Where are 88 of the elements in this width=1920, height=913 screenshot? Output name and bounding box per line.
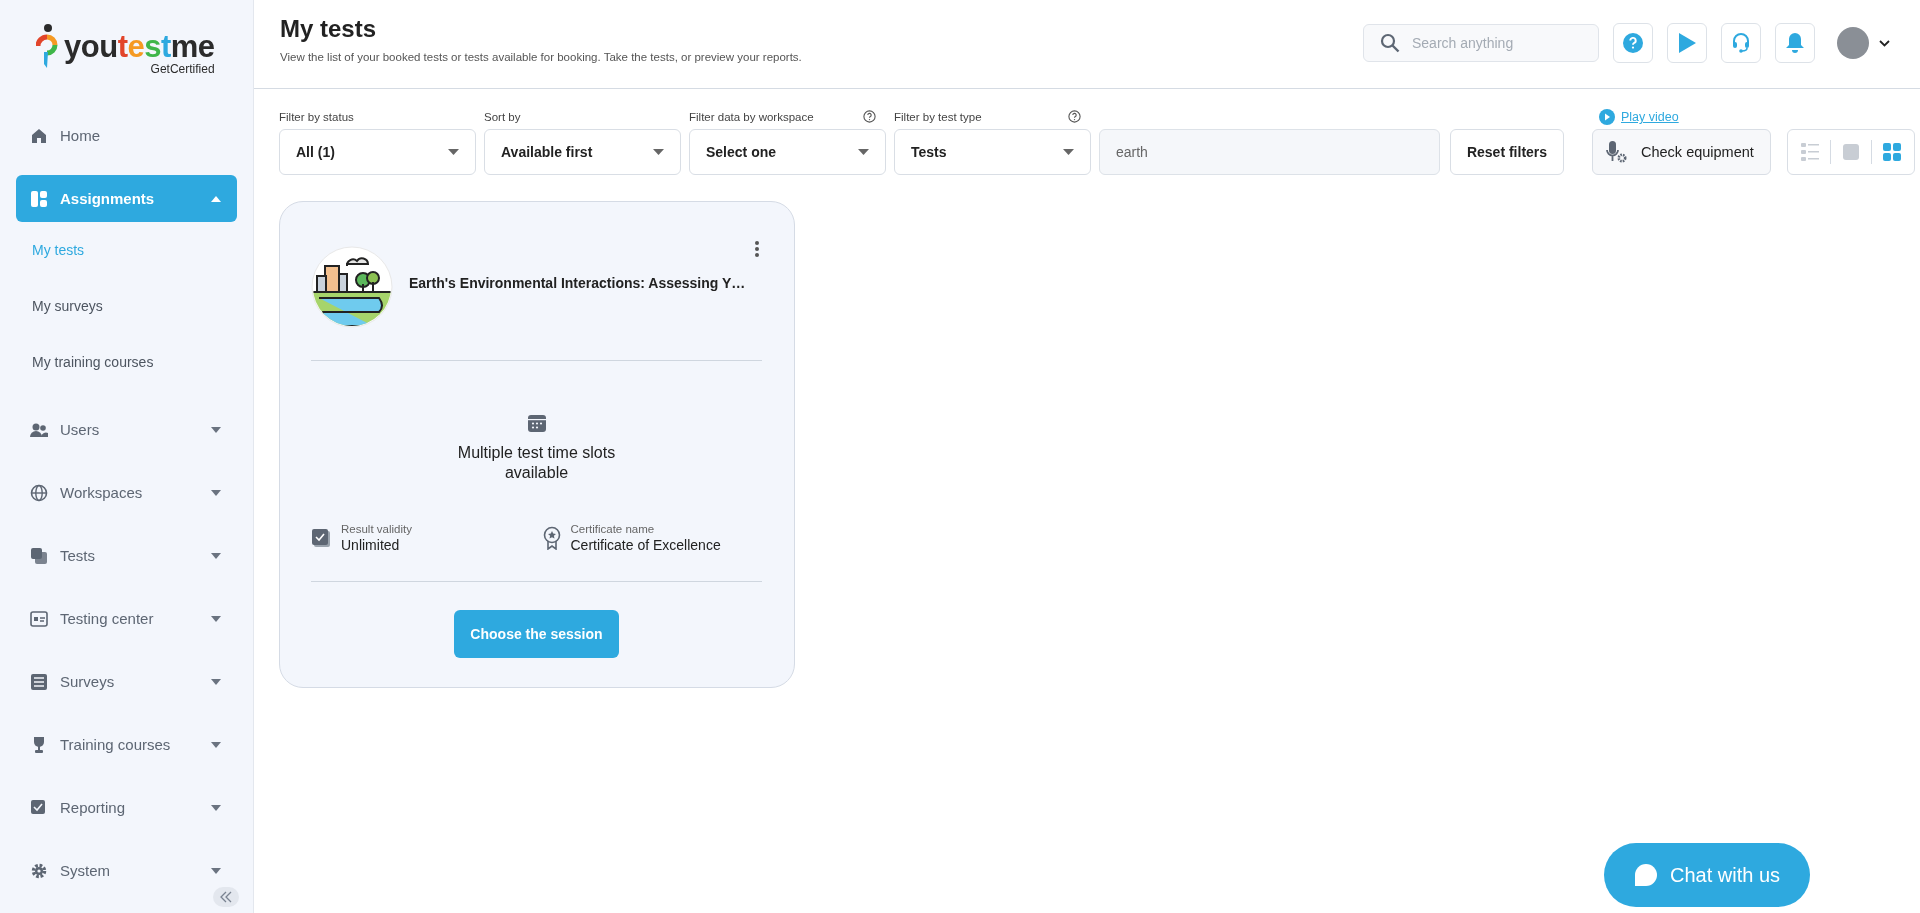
caret-down-icon [211, 804, 221, 811]
sidebar-item-label: Testing center [60, 610, 155, 627]
globe-icon [30, 483, 48, 502]
filter-dropdown[interactable]: Tests [894, 129, 1091, 175]
caret-down-icon [211, 489, 221, 496]
question-icon [1623, 33, 1643, 53]
sidebar-item-label: Tests [60, 547, 96, 564]
filter-dropdown[interactable]: Select one [689, 129, 886, 175]
bell-icon [1785, 32, 1805, 54]
sidebar-subitem[interactable]: My surveys [16, 294, 103, 318]
sidebar-item[interactable]: Training courses [16, 721, 237, 768]
sidebar-item-label: Assignments [60, 190, 156, 207]
reset-filters-button[interactable]: Reset filters [1450, 129, 1564, 175]
help-button[interactable] [1613, 23, 1653, 63]
help-icon[interactable] [1068, 110, 1081, 123]
info-label: Result validity [341, 523, 412, 535]
dashboard-icon [30, 189, 48, 208]
sidebar-item-label: Workspaces [60, 484, 144, 501]
caret-down-icon [211, 426, 221, 433]
search-field[interactable]: Search anything [1363, 24, 1599, 62]
sidebar-item[interactable]: System [16, 847, 237, 894]
sidebar-item-label: Training courses [60, 736, 172, 753]
filter-label: Filter by status [279, 111, 354, 123]
tile-view-icon[interactable] [1882, 142, 1902, 162]
caret-down-icon [211, 678, 221, 685]
caret-down-icon [211, 552, 221, 559]
logo-tagline: GetCertified [150, 62, 215, 76]
double-chevron-left-icon [219, 891, 233, 903]
avatar[interactable] [1837, 27, 1869, 59]
sidebar-subitem[interactable]: My training courses [16, 350, 154, 374]
help-icon[interactable] [863, 110, 876, 123]
info-label: Certificate name [570, 523, 656, 535]
play-icon [1677, 32, 1697, 54]
filter-label: Sort by [484, 111, 521, 123]
sidebar-item-label: Surveys [60, 673, 116, 690]
sidebar-item-label: System [60, 862, 111, 879]
caret-down-icon [211, 867, 221, 874]
caret-up-icon [211, 195, 221, 202]
headset-button[interactable] [1721, 23, 1761, 63]
filter-search-field[interactable]: earth [1099, 129, 1440, 175]
filter-dropdown[interactable]: All (1) [279, 129, 476, 175]
time-slots-text: Multiple test time slots available [456, 443, 617, 483]
list-icon [30, 672, 48, 691]
microphone-gear-icon [1605, 140, 1629, 164]
collapse-sidebar-button[interactable] [213, 887, 239, 907]
id-card-icon [30, 609, 48, 628]
award-icon [542, 526, 561, 550]
play-circle-icon [1599, 109, 1615, 125]
filter-dropdown[interactable]: Available first [484, 129, 681, 175]
page-title: My tests [280, 15, 378, 43]
filter-label: Filter by test type [894, 110, 982, 123]
check-equipment-button[interactable]: Check equipment [1592, 129, 1771, 175]
list-view-icon[interactable] [1800, 142, 1820, 162]
info-value: Unlimited [341, 537, 401, 553]
caret-down-icon [211, 615, 221, 622]
more-options-icon[interactable] [754, 240, 760, 258]
filter-label: Filter data by workspace [689, 110, 814, 123]
logo-wordmark: youtestme [64, 30, 215, 64]
home-icon [30, 126, 48, 145]
sidebar-item[interactable]: Workspaces [16, 469, 237, 516]
sidebar-item[interactable]: Home [16, 112, 237, 159]
headset-icon [1732, 32, 1750, 54]
play-button[interactable] [1667, 23, 1707, 63]
copy-icon [30, 546, 48, 565]
caret-down-icon [211, 741, 221, 748]
page-subtitle: View the list of your booked tests or tests available for booking. Take the tests, or preview your reports. [280, 51, 802, 63]
calendar-icon [526, 413, 547, 433]
sidebar-item-label: Reporting [60, 799, 127, 816]
caret-down-icon [1063, 149, 1074, 155]
sidebar-item-label: Users [60, 421, 101, 438]
info-value: Certificate of Excellence [570, 537, 721, 553]
notifications-button[interactable] [1775, 23, 1815, 63]
checkbox-stack-icon [311, 528, 331, 548]
caret-down-icon [448, 149, 459, 155]
sidebar-item[interactable]: Reporting [16, 784, 237, 831]
chat-bubble-icon [1633, 863, 1658, 887]
sidebar-item[interactable]: Testing center [16, 595, 237, 642]
sidebar-item[interactable]: Users [16, 406, 237, 453]
sidebar-item[interactable]: Tests [16, 532, 237, 579]
chevron-down-icon[interactable] [1879, 39, 1890, 47]
test-title: Earth's Environmental Interactions: Assessing Y… [409, 275, 746, 291]
sidebar-item-label: Home [60, 127, 101, 144]
sidebar-item[interactable]: Surveys [16, 658, 237, 705]
gear-icon [30, 861, 48, 880]
caret-down-icon [653, 149, 664, 155]
search-input[interactable]: Search anything [1410, 34, 1574, 52]
search-icon [1380, 33, 1400, 53]
caret-down-icon [858, 149, 869, 155]
